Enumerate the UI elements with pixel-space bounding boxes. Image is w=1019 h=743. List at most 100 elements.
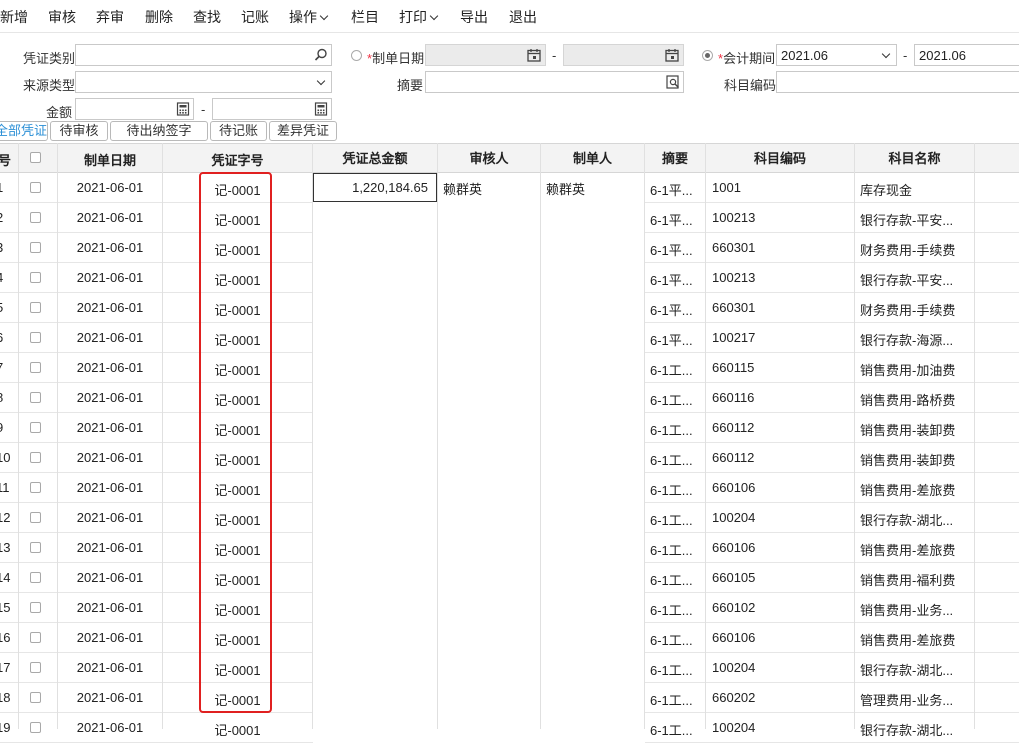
table-row[interactable]: 13 2021-06-01 记-0001 6-1工... 660106 销售费用-差旅费 bbox=[0, 533, 1019, 563]
unaudit-button[interactable]: 弃审 bbox=[96, 7, 124, 27]
calculator-icon[interactable] bbox=[176, 102, 190, 116]
row-voucher-no[interactable]: 记-0001 bbox=[163, 210, 312, 229]
table-row[interactable]: 9 2021-06-01 记-0001 6-1工... 660112 销售费用-装卸费 bbox=[0, 413, 1019, 443]
summary-input[interactable] bbox=[425, 71, 684, 93]
header-voucher-no[interactable]: 凭证字号 bbox=[163, 150, 312, 169]
table-row[interactable]: 6 2021-06-01 记-0001 6-1平... 100217 银行存款-海源... bbox=[0, 323, 1019, 353]
table-row[interactable]: 11 2021-06-01 记-0001 6-1工... 660106 销售费用-差旅费 bbox=[0, 473, 1019, 503]
row-voucher-no[interactable]: 记-0001 bbox=[163, 660, 312, 679]
row-checkbox[interactable] bbox=[30, 272, 41, 283]
row-checkbox[interactable] bbox=[30, 512, 41, 523]
row-voucher-no[interactable]: 记-0001 bbox=[163, 360, 312, 379]
header-maker[interactable]: 制单人 bbox=[541, 148, 644, 167]
row-checkbox[interactable] bbox=[30, 602, 41, 613]
row-checkbox[interactable] bbox=[30, 362, 41, 373]
tab-pending-post[interactable]: 待记账 bbox=[210, 121, 267, 141]
row-voucher-no[interactable]: 记-0001 bbox=[163, 300, 312, 319]
tab-pending-cashier-sign[interactable]: 待出纳签字 bbox=[110, 121, 208, 141]
row-checkbox[interactable] bbox=[30, 662, 41, 673]
period-to-select[interactable]: 2021.06 bbox=[914, 44, 1019, 66]
row-voucher-no[interactable]: 记-0001 bbox=[163, 180, 312, 199]
source-type-select[interactable] bbox=[75, 71, 332, 93]
table-row[interactable]: 5 2021-06-01 记-0001 6-1平... 660301 财务费用-手续费 bbox=[0, 293, 1019, 323]
header-account-code[interactable]: 科目编码 bbox=[706, 148, 854, 167]
exit-button[interactable]: 退出 bbox=[509, 7, 537, 27]
table-row[interactable]: 17 2021-06-01 记-0001 6-1工... 100204 银行存款-湖北..… bbox=[0, 653, 1019, 683]
period-radio[interactable] bbox=[702, 50, 713, 61]
search-icon[interactable] bbox=[314, 48, 328, 62]
table-row[interactable]: 10 2021-06-01 记-0001 6-1工... 660112 销售费用-装卸费 bbox=[0, 443, 1019, 473]
amount-to-input[interactable] bbox=[212, 98, 332, 120]
table-row[interactable]: 1 2021-06-01 记-0001 6-1平... 1001 库存现金 bbox=[0, 173, 1019, 203]
make-date-from-input[interactable] bbox=[425, 44, 546, 66]
lookup-icon[interactable] bbox=[666, 75, 680, 89]
table-row[interactable]: 15 2021-06-01 记-0001 6-1工... 660102 销售费用-业务..… bbox=[0, 593, 1019, 623]
tab-difference-vouchers[interactable]: 差异凭证 bbox=[269, 121, 337, 141]
tab-pending-audit[interactable]: 待审核 bbox=[50, 121, 108, 141]
table-row[interactable]: 7 2021-06-01 记-0001 6-1工... 660115 销售费用-加油费 bbox=[0, 353, 1019, 383]
row-voucher-no[interactable]: 记-0001 bbox=[163, 570, 312, 589]
print-menu[interactable]: 打印 bbox=[399, 7, 439, 27]
row-voucher-no[interactable]: 记-0001 bbox=[163, 630, 312, 649]
post-button[interactable]: 记账 bbox=[241, 7, 269, 27]
calendar-icon[interactable] bbox=[527, 48, 541, 62]
table-row[interactable]: 8 2021-06-01 记-0001 6-1工... 660116 销售费用-路桥费 bbox=[0, 383, 1019, 413]
row-voucher-no[interactable]: 记-0001 bbox=[163, 510, 312, 529]
row-checkbox[interactable] bbox=[30, 212, 41, 223]
header-total-amount[interactable]: 凭证总金额 bbox=[313, 148, 437, 167]
table-row[interactable]: 16 2021-06-01 记-0001 6-1工... 660106 销售费用-差旅费 bbox=[0, 623, 1019, 653]
header-auditor[interactable]: 审核人 bbox=[438, 148, 540, 167]
calculator-icon[interactable] bbox=[314, 102, 328, 116]
row-checkbox[interactable] bbox=[30, 632, 41, 643]
export-button[interactable]: 导出 bbox=[460, 7, 488, 27]
row-voucher-no[interactable]: 记-0001 bbox=[163, 270, 312, 289]
header-summary[interactable]: 摘要 bbox=[645, 148, 705, 167]
row-voucher-no[interactable]: 记-0001 bbox=[163, 480, 312, 499]
row-checkbox[interactable] bbox=[30, 302, 41, 313]
table-row[interactable]: 12 2021-06-01 记-0001 6-1工... 100204 银行存款-湖北..… bbox=[0, 503, 1019, 533]
row-checkbox[interactable] bbox=[30, 572, 41, 583]
row-checkbox[interactable] bbox=[30, 332, 41, 343]
make-date-radio[interactable] bbox=[351, 50, 362, 61]
row-checkbox[interactable] bbox=[30, 482, 41, 493]
table-row[interactable]: 4 2021-06-01 记-0001 6-1平... 100213 银行存款-平安... bbox=[0, 263, 1019, 293]
row-checkbox[interactable] bbox=[30, 242, 41, 253]
row-checkbox[interactable] bbox=[30, 422, 41, 433]
tab-all-vouchers[interactable]: 全部凭证 bbox=[0, 121, 48, 141]
delete-button[interactable]: 删除 bbox=[145, 7, 173, 27]
voucher-type-input[interactable] bbox=[75, 44, 332, 66]
table-row[interactable]: 2 2021-06-01 记-0001 6-1平... 100213 银行存款-平安... bbox=[0, 203, 1019, 233]
header-make-date[interactable]: 制单日期 bbox=[58, 150, 162, 169]
row-voucher-no[interactable]: 记-0001 bbox=[163, 540, 312, 559]
add-button[interactable]: 新增 bbox=[0, 7, 28, 27]
table-row[interactable]: 3 2021-06-01 记-0001 6-1平... 660301 财务费用-手续费 bbox=[0, 233, 1019, 263]
row-voucher-no[interactable]: 记-0001 bbox=[163, 330, 312, 349]
row-voucher-no[interactable]: 记-0001 bbox=[163, 450, 312, 469]
row-voucher-no[interactable]: 记-0001 bbox=[163, 240, 312, 259]
amount-from-input[interactable] bbox=[75, 98, 194, 120]
row-checkbox[interactable] bbox=[30, 542, 41, 553]
row-checkbox[interactable] bbox=[30, 692, 41, 703]
find-button[interactable]: 查找 bbox=[193, 7, 221, 27]
account-code-input[interactable] bbox=[776, 71, 1019, 93]
audit-button[interactable]: 审核 bbox=[48, 7, 76, 27]
row-checkbox[interactable] bbox=[30, 452, 41, 463]
columns-button[interactable]: 栏目 bbox=[351, 7, 379, 27]
row-voucher-no[interactable]: 记-0001 bbox=[163, 390, 312, 409]
row-checkbox[interactable] bbox=[30, 392, 41, 403]
calendar-icon[interactable] bbox=[665, 48, 679, 62]
period-from-select[interactable]: 2021.06 bbox=[776, 44, 897, 66]
select-all-checkbox[interactable] bbox=[30, 152, 41, 163]
total-amount-cell[interactable]: 1,220,184.65 bbox=[313, 173, 437, 202]
row-voucher-no[interactable]: 记-0001 bbox=[163, 420, 312, 439]
operation-menu[interactable]: 操作 bbox=[289, 7, 329, 27]
header-account-name[interactable]: 科目名称 bbox=[855, 148, 974, 167]
row-voucher-no[interactable]: 记-0001 bbox=[163, 720, 312, 739]
table-row[interactable]: 19 2021-06-01 记-0001 6-1工... 100204 银行存款-湖北..… bbox=[0, 713, 1019, 743]
row-voucher-no[interactable]: 记-0001 bbox=[163, 690, 312, 709]
row-checkbox[interactable] bbox=[30, 722, 41, 733]
make-date-to-input[interactable] bbox=[563, 44, 684, 66]
row-voucher-no[interactable]: 记-0001 bbox=[163, 600, 312, 619]
table-row[interactable]: 18 2021-06-01 记-0001 6-1工... 660202 管理费用-业务..… bbox=[0, 683, 1019, 713]
row-checkbox[interactable] bbox=[30, 182, 41, 193]
